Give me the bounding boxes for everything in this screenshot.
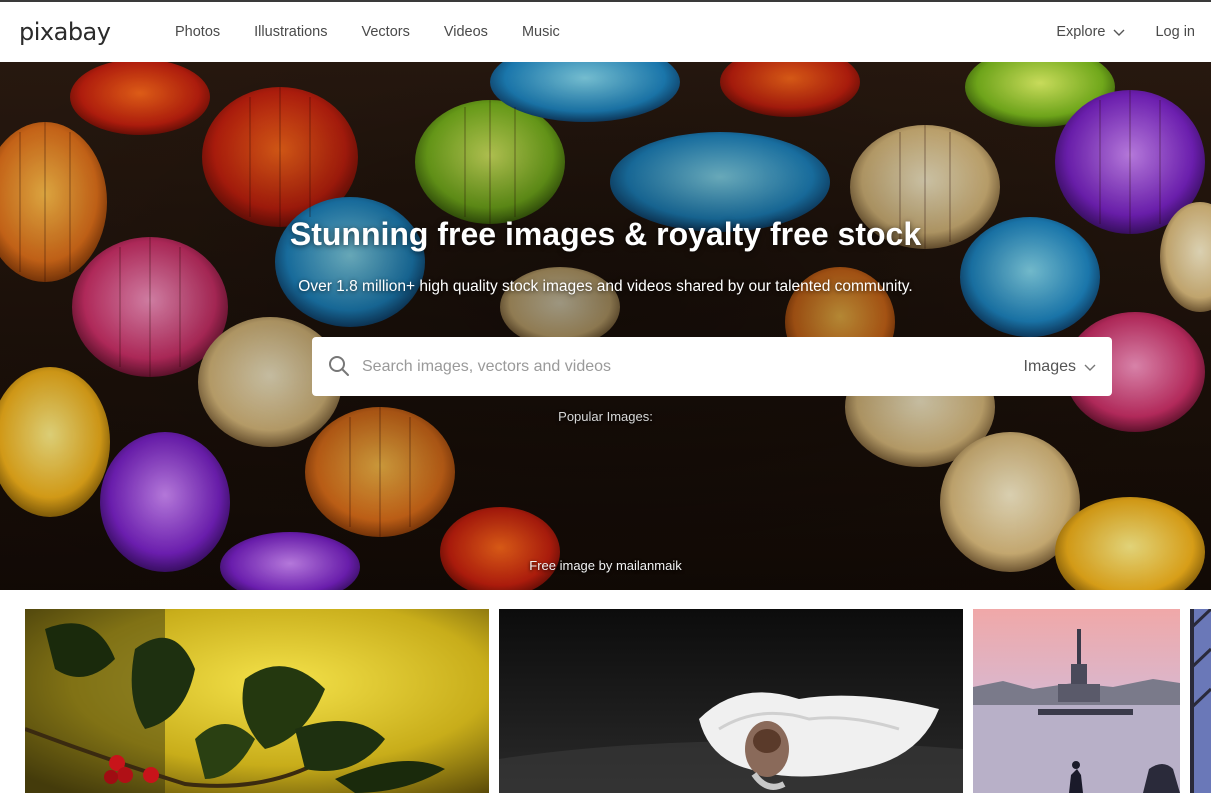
right-nav: Explore Log in [1056,2,1195,62]
partial-image [1190,609,1211,793]
chevron-down-icon [1113,29,1125,36]
image-gallery [0,609,1211,793]
ballerina-image [499,609,963,793]
popular-images-label: Popular Images: [558,409,653,424]
nav-photos[interactable]: Photos [175,24,220,40]
nav-music[interactable]: Music [522,24,560,40]
nav-vectors[interactable]: Vectors [362,24,410,40]
holly-leaves-image [25,609,489,793]
hero-subtitle: Over 1.8 million+ high quality stock ima… [298,278,913,295]
search-type-label: Images [1023,357,1076,375]
main-nav: Photos Illustrations Vectors Videos Musi… [175,2,594,62]
gallery-image[interactable] [1190,609,1211,793]
explore-menu[interactable]: Explore [1056,24,1125,40]
search-bar: Images [312,337,1112,396]
maidens-tower-image [973,609,1180,793]
nav-videos[interactable]: Videos [444,24,488,40]
search-input[interactable] [362,347,962,386]
gallery-image[interactable] [25,609,489,793]
hero-title: Stunning free images & royalty free stoc… [289,216,922,252]
hero-overlay [0,62,1211,590]
pixabay-logo[interactable]: pixabay [19,18,111,46]
gallery-image[interactable] [973,609,1180,793]
hero-banner: Stunning free images & royalty free stoc… [0,62,1211,590]
search-icon[interactable] [328,355,350,377]
image-credit[interactable]: Free image by mailanmaik [0,558,1211,573]
site-header: pixabay Photos Illustrations Vectors Vid… [0,2,1211,62]
login-link[interactable]: Log in [1155,24,1195,40]
explore-label: Explore [1056,24,1106,40]
nav-illustrations[interactable]: Illustrations [254,24,327,40]
search-type-select[interactable]: Images [1024,337,1096,396]
gallery-image[interactable] [499,609,963,793]
chevron-down-icon [1084,364,1096,371]
